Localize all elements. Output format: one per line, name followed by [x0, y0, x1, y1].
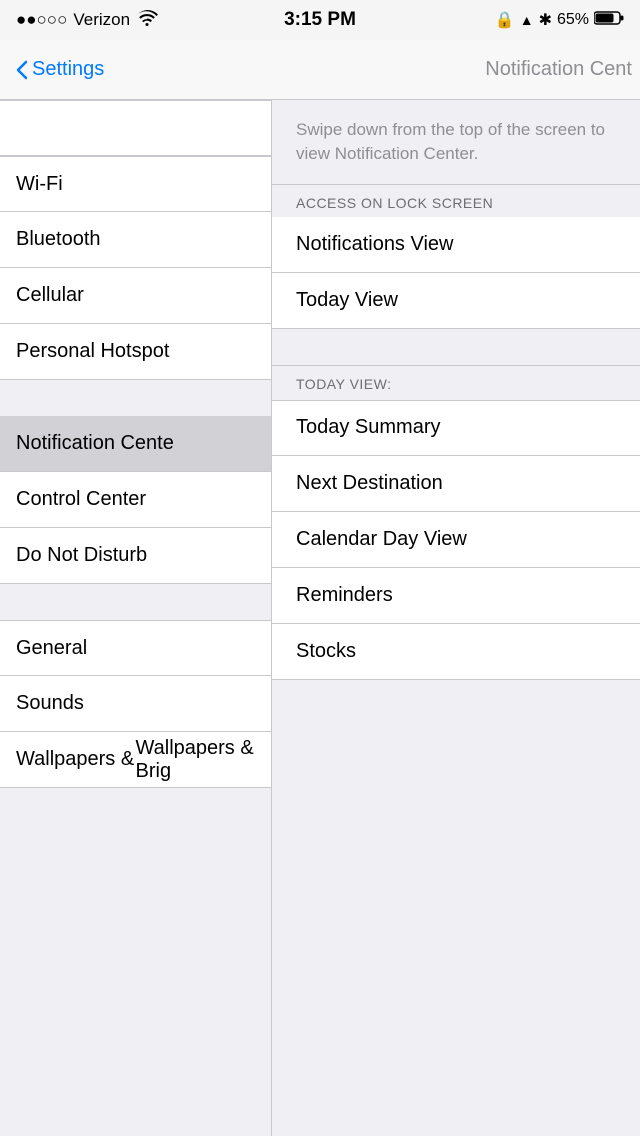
right-item-label: Calendar Day View — [296, 528, 467, 551]
carrier-label: Verizon — [73, 10, 130, 30]
status-bar: ●●○○○ Verizon 3:15 PM 🔒 ▲ ✱ 65% — [0, 0, 640, 40]
sidebar-separator-1 — [0, 380, 271, 416]
right-separator — [272, 329, 640, 365]
sidebar-item-label: Bluetooth — [16, 228, 101, 251]
sidebar-item-label: Sounds — [16, 692, 84, 715]
bluetooth-text: ✱ — [539, 10, 552, 30]
right-item-label: Today Summary — [296, 416, 441, 439]
sidebar-item-control-center[interactable]: Control Center — [0, 472, 271, 528]
sidebar-item-label: Wi-Fi — [16, 173, 63, 196]
right-item-today-summary[interactable]: Today Summary — [272, 400, 640, 456]
sidebar-item-sounds[interactable]: Sounds — [0, 676, 271, 732]
sidebar-item-personal-hotspot[interactable]: Personal Hotspot — [0, 324, 271, 380]
nav-bar: Settings Notification Cent — [0, 40, 640, 100]
right-item-label: Notifications View — [296, 233, 453, 256]
status-left: ●●○○○ Verizon — [16, 10, 158, 31]
status-time: 3:15 PM — [284, 9, 356, 31]
sidebar-item-label: Personal Hotspot — [16, 340, 169, 363]
lock-screen-header: ACCESS ON LOCK SCREEN — [272, 185, 640, 217]
sidebar-item-bluetooth[interactable]: Bluetooth — [0, 212, 271, 268]
right-item-reminders[interactable]: Reminders — [272, 568, 640, 624]
sidebar-item-wifi[interactable]: Wi-Fi — [0, 156, 271, 212]
sidebar-item-label: Cellular — [16, 284, 84, 307]
right-item-notifications-view[interactable]: Notifications View — [272, 217, 640, 273]
signal-dots: ●●○○○ — [16, 10, 67, 30]
right-panel: Swipe down from the top of the screen to… — [272, 100, 640, 1136]
nav-right-title: Notification Cent — [485, 58, 640, 81]
sidebar-separator-2 — [0, 584, 271, 620]
sidebar-item-general[interactable]: General — [0, 620, 271, 676]
right-item-label: Stocks — [296, 640, 356, 663]
lock-icon: 🔒 — [495, 10, 515, 30]
sidebar-item-notification-center[interactable]: Notification Cente — [0, 416, 271, 472]
right-item-next-destination[interactable]: Next Destination — [272, 456, 640, 512]
sidebar-item-cellular[interactable]: Cellular — [0, 268, 271, 324]
right-item-today-view[interactable]: Today View — [272, 273, 640, 329]
sidebar-item-do-not-disturb[interactable]: Do Not Disturb — [0, 528, 271, 584]
sidebar-item-label: Wallpapers & Brig — [16, 748, 136, 771]
sidebar-item-label: Notification Cente — [16, 432, 174, 455]
sidebar-item-partial[interactable] — [0, 100, 271, 156]
right-item-stocks[interactable]: Stocks — [272, 624, 640, 680]
back-button[interactable]: Settings — [0, 58, 120, 81]
right-item-label: Next Destination — [296, 472, 443, 495]
sidebar-item-label: Control Center — [16, 488, 146, 511]
wifi-icon — [136, 10, 158, 31]
left-sidebar: Wi-Fi Bluetooth Cellular Personal Hotspo… — [0, 100, 272, 1136]
right-item-label: Today View — [296, 289, 398, 312]
sidebar-item-label: General — [16, 637, 87, 660]
battery-icon — [594, 10, 624, 31]
notification-center-info: Swipe down from the top of the screen to… — [272, 100, 640, 185]
status-right: 🔒 ▲ ✱ 65% — [495, 10, 624, 31]
sidebar-item-wallpapers[interactable]: Wallpapers & Brig Wallpapers & Brig — [0, 732, 271, 788]
right-item-calendar-day-view[interactable]: Calendar Day View — [272, 512, 640, 568]
today-view-header: TODAY VIEW: — [272, 365, 640, 400]
info-text: Swipe down from the top of the screen to… — [296, 120, 605, 163]
location-icon: ▲ — [520, 12, 534, 28]
content-area: Wi-Fi Bluetooth Cellular Personal Hotspo… — [0, 100, 640, 1136]
sidebar-item-label: Do Not Disturb — [16, 544, 147, 567]
back-label: Settings — [32, 58, 104, 81]
battery-percent: 65% — [557, 11, 589, 29]
right-item-label: Reminders — [296, 584, 393, 607]
